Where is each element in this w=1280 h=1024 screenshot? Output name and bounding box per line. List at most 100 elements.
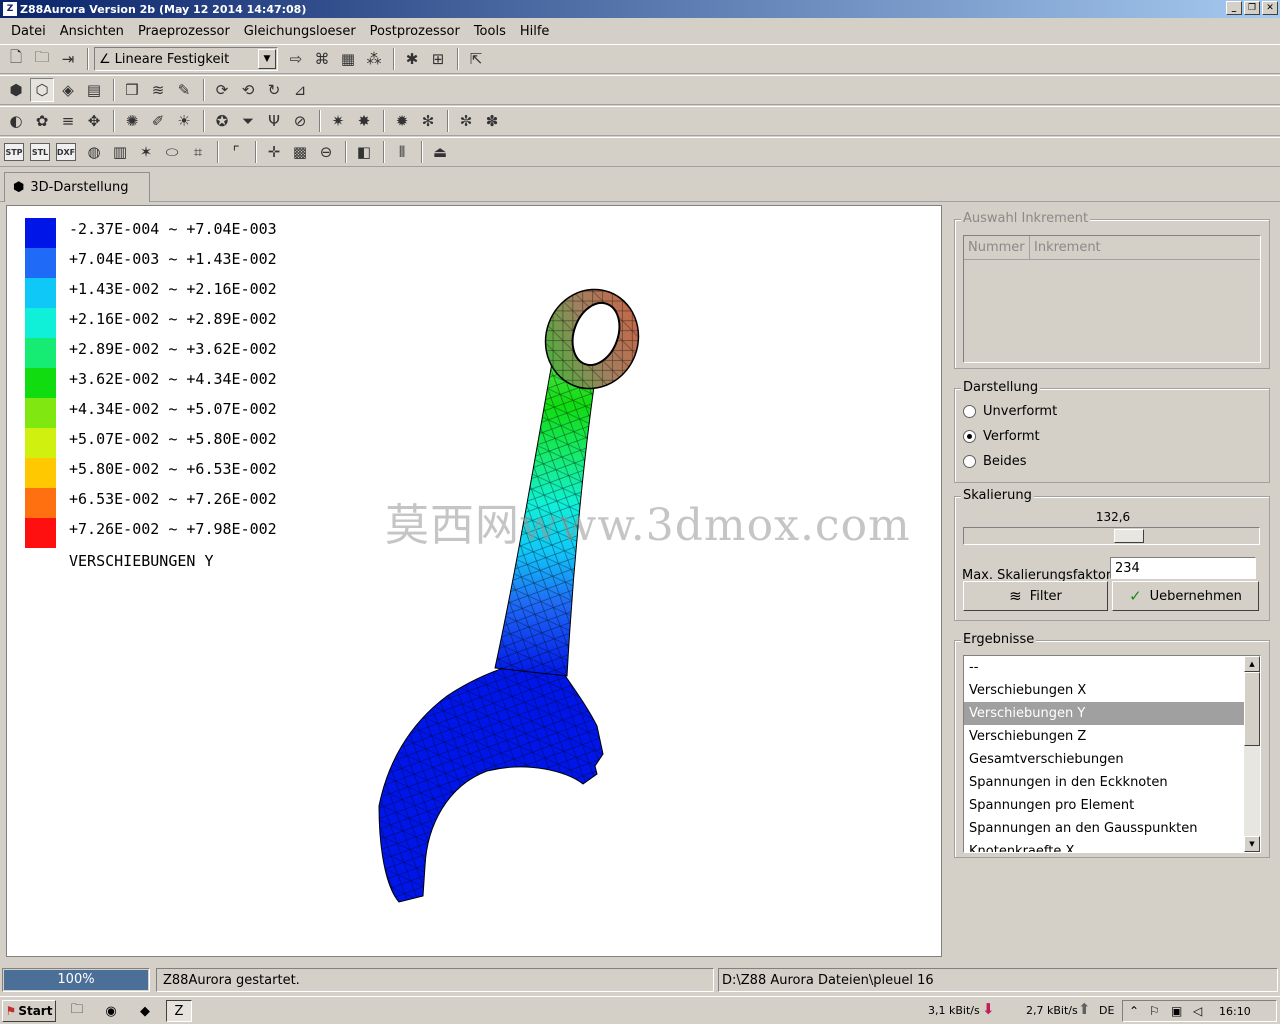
pressure-icon[interactable]: ✸: [352, 109, 376, 133]
color-icon[interactable]: ✿: [30, 109, 54, 133]
3d-viewport[interactable]: -2.37E-004 ~ +7.04E-003 +7.04E-003 ~ +1.4…: [6, 205, 942, 957]
layers-icon[interactable]: ≋: [146, 78, 170, 102]
scaling-slider[interactable]: [963, 527, 1260, 545]
nodes-icon[interactable]: ⁂: [362, 47, 386, 71]
cube-icon[interactable]: ❒: [120, 78, 144, 102]
branch-icon[interactable]: Ψ: [262, 109, 286, 133]
solid-mesh-view-icon[interactable]: ⬡: [30, 78, 54, 102]
table-icon[interactable]: ▦: [336, 47, 360, 71]
shape-icon[interactable]: ⬭: [160, 140, 184, 164]
mesh-icon[interactable]: ⌘: [310, 47, 334, 71]
filter-button[interactable]: ≋ Filter: [963, 581, 1108, 611]
solid-view-icon[interactable]: ⬢: [4, 78, 28, 102]
column-inkrement[interactable]: Inkrement: [1030, 236, 1260, 259]
restore-button[interactable]: ❐: [1244, 1, 1260, 15]
radio-unverformt[interactable]: Unverformt: [963, 404, 1057, 419]
calendar-icon[interactable]: ▥: [108, 140, 132, 164]
network-icon[interactable]: ▣: [1171, 1004, 1182, 1018]
exit-icon[interactable]: ⇱: [464, 47, 488, 71]
paint-icon[interactable]: ✎: [172, 78, 196, 102]
menu-praeprozessor[interactable]: Praeprozessor: [131, 24, 237, 39]
result-item[interactable]: Verschiebungen Z: [964, 725, 1245, 748]
wireframe-view-icon[interactable]: ◈: [56, 78, 80, 102]
rotate-z-icon[interactable]: ↻: [262, 78, 286, 102]
scroll-down-icon[interactable]: ▼: [1244, 836, 1260, 852]
apply-button[interactable]: ✓ Uebernehmen: [1112, 581, 1259, 611]
move-icon[interactable]: ✥: [82, 109, 106, 133]
scroll-thumb[interactable]: [1244, 672, 1260, 746]
add-icon[interactable]: ⊞: [426, 47, 450, 71]
menu-hilfe[interactable]: Hilfe: [513, 24, 557, 39]
no-entry-icon[interactable]: ⊘: [288, 109, 312, 133]
results-list[interactable]: -- Verschiebungen X Verschiebungen Y Versch…: [963, 655, 1261, 853]
firefox-icon[interactable]: ◉: [98, 1000, 124, 1022]
mesher-icon[interactable]: ✶: [134, 140, 158, 164]
surface-view-icon[interactable]: ▤: [82, 78, 106, 102]
minimize-button[interactable]: _: [1226, 1, 1242, 15]
columns-icon[interactable]: ⦀: [390, 140, 414, 164]
menu-datei[interactable]: Datei: [4, 24, 53, 39]
import-cad-icon[interactable]: ◍: [82, 140, 106, 164]
springs-icon[interactable]: ✼: [454, 109, 478, 133]
import-dxf-icon[interactable]: DXF: [56, 143, 76, 161]
line-tool-icon[interactable]: ⌜: [224, 140, 248, 164]
radio-beides-indicator[interactable]: [963, 455, 976, 468]
filter-funnel-icon[interactable]: ⏷: [236, 109, 260, 133]
max-scaling-input[interactable]: [1110, 557, 1256, 579]
rotate-y-icon[interactable]: ⟲: [236, 78, 260, 102]
menu-gleichungsloeser[interactable]: Gleichungsloeser: [237, 24, 363, 39]
materials-icon[interactable]: ✺: [120, 109, 144, 133]
result-item[interactable]: Verschiebungen Y: [964, 702, 1245, 725]
tab-3d-darstellung[interactable]: ⬢ 3D-Darstellung: [4, 172, 150, 202]
open-folder-icon[interactable]: 🗀: [30, 47, 54, 71]
new-file-icon[interactable]: 🗋: [4, 47, 28, 71]
result-item[interactable]: Verschiebungen X: [964, 679, 1245, 702]
z88-icon[interactable]: Z: [166, 1000, 192, 1022]
increment-table[interactable]: Nummer Inkrement: [963, 235, 1261, 363]
box-icon[interactable]: ◧: [352, 140, 376, 164]
menu-postprozessor[interactable]: Postprozessor: [363, 24, 467, 39]
volume-icon[interactable]: ◁: [1193, 1004, 1202, 1018]
shading-icon[interactable]: ≡: [56, 109, 80, 133]
explorer-icon[interactable]: 🗀: [64, 1000, 90, 1022]
light-bulb-icon[interactable]: ☀: [172, 109, 196, 133]
constraints-icon[interactable]: ✪: [210, 109, 234, 133]
radio-verformt-indicator[interactable]: [963, 430, 976, 443]
start-button[interactable]: ⚑ Start: [2, 1000, 56, 1022]
radio-unverformt-indicator[interactable]: [963, 405, 976, 418]
import-stp-icon[interactable]: STP: [4, 143, 24, 161]
scroll-up-icon[interactable]: ▲: [1244, 656, 1260, 672]
grid-icon[interactable]: ⌗: [186, 140, 210, 164]
arrow-right-icon[interactable]: ⇨: [284, 47, 308, 71]
app-icon[interactable]: ◆: [132, 1000, 158, 1022]
palette-icon[interactable]: ▩: [288, 140, 312, 164]
axes-icon[interactable]: ✛: [262, 140, 286, 164]
import-stl-icon[interactable]: STL: [30, 143, 50, 161]
section-icon[interactable]: ⊖: [314, 140, 338, 164]
close-button[interactable]: ✕: [1262, 1, 1278, 15]
menu-ansichten[interactable]: Ansichten: [53, 24, 131, 39]
axis-icon[interactable]: ⊿: [288, 78, 312, 102]
forces-icon[interactable]: ✷: [326, 109, 350, 133]
menu-tools[interactable]: Tools: [467, 24, 513, 39]
analysis-type-select[interactable]: ∠ Lineare Festigkeit ▼: [94, 47, 278, 71]
result-item[interactable]: Spannungen pro Element: [964, 794, 1245, 817]
lighting-icon[interactable]: ◐: [4, 109, 28, 133]
radio-beides[interactable]: Beides: [963, 454, 1027, 469]
clock[interactable]: 16:10: [1219, 1005, 1251, 1018]
language-indicator[interactable]: DE: [1099, 1004, 1114, 1017]
result-item[interactable]: --: [964, 656, 1245, 679]
radio-verformt[interactable]: Verformt: [963, 429, 1040, 444]
import-icon[interactable]: ⇥: [56, 47, 80, 71]
result-item[interactable]: Spannungen in den Eckknoten: [964, 771, 1245, 794]
rotate-x-icon[interactable]: ⟳: [210, 78, 234, 102]
scaling-slider-handle[interactable]: [1114, 529, 1144, 543]
contacts-icon[interactable]: ✽: [480, 109, 504, 133]
result-item[interactable]: Spannungen an den Gausspunkten: [964, 817, 1245, 840]
result-item[interactable]: Gesamtverschiebungen: [964, 748, 1245, 771]
supports-icon[interactable]: ✻: [416, 109, 440, 133]
flag-icon[interactable]: ⚐: [1149, 1004, 1160, 1018]
loads-icon[interactable]: ✹: [390, 109, 414, 133]
column-nummer[interactable]: Nummer: [964, 236, 1030, 259]
upload-icon[interactable]: ⏏: [428, 140, 452, 164]
